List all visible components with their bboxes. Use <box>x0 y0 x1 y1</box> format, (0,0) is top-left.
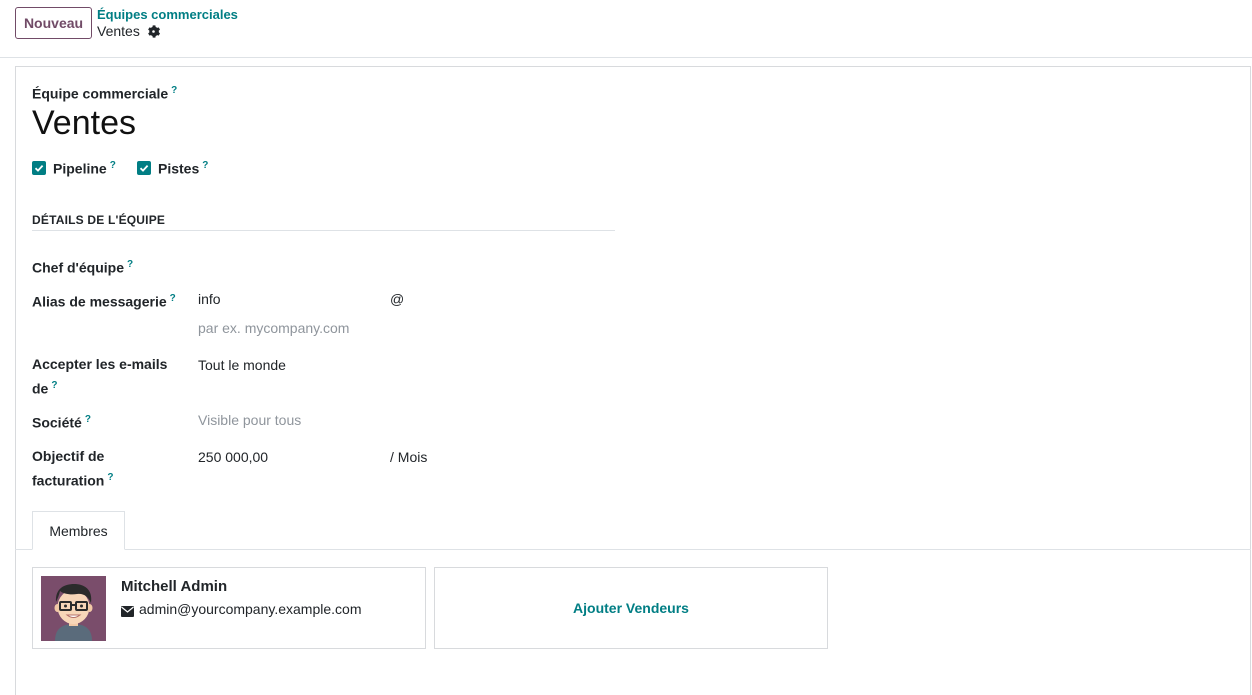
alias-label: Alias de messagerie? <box>32 293 176 310</box>
invoicing-target-unit: / Mois <box>390 449 428 465</box>
section-title: DÉTAILS DE L'ÉQUIPE <box>32 213 166 227</box>
alias-domain-input[interactable]: par ex. mycompany.com <box>198 318 349 339</box>
help-icon[interactable]: ? <box>171 85 177 96</box>
accept-emails-label: Accepter les e-mails de? <box>32 356 168 397</box>
gear-icon[interactable] <box>147 24 160 38</box>
tabs-divider <box>15 549 1251 550</box>
leads-checkbox[interactable] <box>137 161 151 176</box>
avatar <box>41 576 106 641</box>
new-button[interactable]: Nouveau <box>15 7 92 39</box>
leads-checkbox-row: Pistes? <box>137 160 208 177</box>
help-icon[interactable]: ? <box>85 414 91 425</box>
member-email-text: admin@yourcompany.example.com <box>139 601 362 617</box>
tab-members[interactable]: Membres <box>32 511 125 550</box>
leads-label: Pistes? <box>158 160 209 177</box>
member-card[interactable]: Mitchell Admin admin@yourcompany.example… <box>32 567 426 649</box>
help-icon[interactable]: ? <box>107 472 113 483</box>
help-icon[interactable]: ? <box>170 293 176 304</box>
alias-name-input[interactable]: info <box>198 289 221 310</box>
company-input[interactable]: Visible pour tous <box>198 410 301 431</box>
help-icon[interactable]: ? <box>51 380 57 391</box>
add-salesperson-button[interactable]: Ajouter Vendeurs <box>434 567 828 649</box>
pipeline-label: Pipeline? <box>53 160 116 177</box>
member-name: Mitchell Admin <box>121 578 228 595</box>
breadcrumb-parent-link[interactable]: Équipes commerciales <box>97 7 238 22</box>
pipeline-checkbox-row: Pipeline? <box>32 160 116 177</box>
section-divider <box>32 230 615 231</box>
team-label-text: Équipe commerciale <box>32 85 169 102</box>
help-icon[interactable]: ? <box>127 259 133 270</box>
accept-emails-select[interactable]: Tout le monde <box>198 355 286 376</box>
team-name-input[interactable]: Ventes <box>32 104 136 143</box>
control-panel: Nouveau Équipes commerciales Ventes <box>0 0 1252 58</box>
invoicing-target-label: Objectif de facturation? <box>32 448 114 489</box>
breadcrumb-current: Ventes <box>97 23 160 39</box>
breadcrumb-current-label: Ventes <box>97 23 140 39</box>
leader-input[interactable] <box>198 254 598 275</box>
help-icon[interactable]: ? <box>110 160 116 171</box>
team-label: Équipe commerciale? <box>32 85 177 102</box>
pipeline-checkbox[interactable] <box>32 161 46 176</box>
alias-at-sign: @ <box>390 291 405 307</box>
help-icon[interactable]: ? <box>202 160 208 171</box>
company-label: Société? <box>32 414 91 431</box>
leader-label: Chef d'équipe? <box>32 259 134 276</box>
envelope-icon <box>121 604 134 617</box>
invoicing-target-input[interactable]: 250 000,00 <box>198 447 268 468</box>
member-email: admin@yourcompany.example.com <box>121 601 362 617</box>
